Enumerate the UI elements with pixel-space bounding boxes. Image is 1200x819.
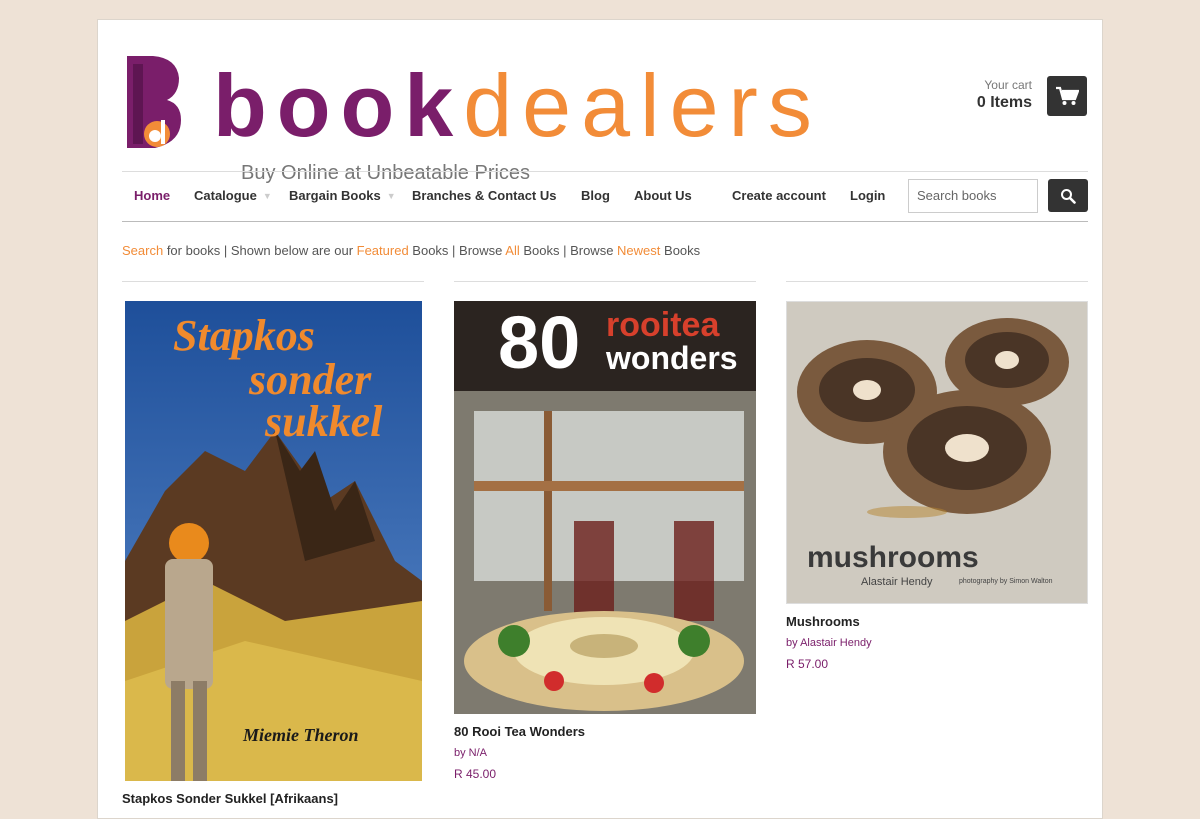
cart-widget[interactable]: Your cart 0 Items [977, 76, 1087, 116]
search-input[interactable]: Search books [908, 179, 1038, 213]
divider [786, 281, 1088, 282]
cover-title-line: sonder [249, 355, 372, 404]
search-link[interactable]: Search [122, 243, 163, 258]
divider [454, 281, 756, 282]
cover-title-number: 80 [498, 301, 581, 384]
product-author[interactable]: by Alastair Hendy [786, 637, 872, 649]
product-title[interactable]: Mushrooms [786, 614, 860, 629]
divider [122, 281, 424, 282]
crumb-text: Books | Browse [408, 243, 506, 258]
nav-catalogue[interactable]: Catalogue ▼ [194, 172, 272, 221]
product-cover-image[interactable]: Stapkos sonder sukkel Miemie Theron [125, 301, 422, 781]
nav-blog[interactable]: Blog [581, 172, 610, 221]
product-cover-image[interactable]: mushrooms Alastair Hendy photography by … [786, 301, 1088, 604]
logo-mark-icon [127, 56, 181, 148]
cover-title-line: mushrooms [807, 541, 979, 574]
chevron-down-icon: ▼ [262, 191, 272, 202]
cart-summary[interactable]: Your cart 0 Items [977, 78, 1032, 114]
product-title[interactable]: Stapkos Sonder Sukkel [Afrikaans] [122, 791, 338, 806]
newest-link[interactable]: Newest [617, 243, 660, 258]
cover-title-line: sukkel [265, 397, 383, 446]
cover-credit: photography by Simon Walton [959, 578, 1053, 585]
crumb-text: for books | Shown below are our [163, 243, 357, 258]
cover-author: Alastair Hendy [861, 576, 933, 588]
main-nav: Home Catalogue ▼ Bargain Books ▼ Branches … [122, 171, 1088, 222]
nav-bargain-books-label: Bargain Books [289, 188, 381, 203]
product-price: R 45.00 [454, 767, 497, 781]
nav-home[interactable]: Home [134, 172, 170, 221]
search-button[interactable] [1048, 179, 1088, 212]
cart-icon [1056, 86, 1079, 105]
browse-links-bar: Search for books | Shown below are our F… [122, 243, 700, 258]
crumb-text: Books [660, 243, 701, 258]
product-title[interactable]: 80 Rooi Tea Wonders [454, 724, 585, 739]
cart-button[interactable] [1047, 76, 1087, 116]
cart-label: Your cart [984, 78, 1032, 92]
nav-branches-contact[interactable]: Branches & Contact Us [412, 172, 556, 221]
magnifier-icon [1061, 188, 1076, 204]
nav-about-us[interactable]: About Us [634, 172, 692, 221]
featured-link[interactable]: Featured [357, 243, 409, 258]
product-cover-image[interactable]: 80 rooitea wonders [454, 301, 756, 714]
product-author[interactable]: by N/A [454, 747, 487, 759]
logo-wordmark: bookdealers [213, 56, 822, 155]
nav-login[interactable]: Login [850, 172, 885, 221]
site-logo[interactable]: bookdealers Buy Online at Unbeatable Pri… [125, 52, 812, 184]
chevron-down-icon: ▼ [386, 191, 396, 202]
page-container: bookdealers Buy Online at Unbeatable Pri… [97, 19, 1103, 819]
product-card: 80 rooitea wonders 80 Rooi Tea Wonders b… [454, 281, 756, 781]
crumb-text: Books | Browse [519, 243, 618, 258]
cover-title-line: wonders [606, 340, 738, 376]
nav-bargain-books[interactable]: Bargain Books ▼ [289, 172, 396, 221]
cart-item-count[interactable]: 0 Items [977, 92, 1032, 114]
cover-title-line: rooitea [606, 306, 720, 344]
product-card: mushrooms Alastair Hendy photography by … [786, 281, 1088, 671]
product-card: Stapkos sonder sukkel Miemie Theron Stap… [122, 281, 424, 806]
product-price: R 57.00 [786, 657, 829, 671]
all-link[interactable]: All [505, 243, 519, 258]
cover-author: Miemie Theron [243, 725, 359, 745]
nav-create-account[interactable]: Create account [732, 172, 826, 221]
nav-catalogue-label: Catalogue [194, 188, 257, 203]
cover-title-line: Stapkos [173, 311, 315, 360]
